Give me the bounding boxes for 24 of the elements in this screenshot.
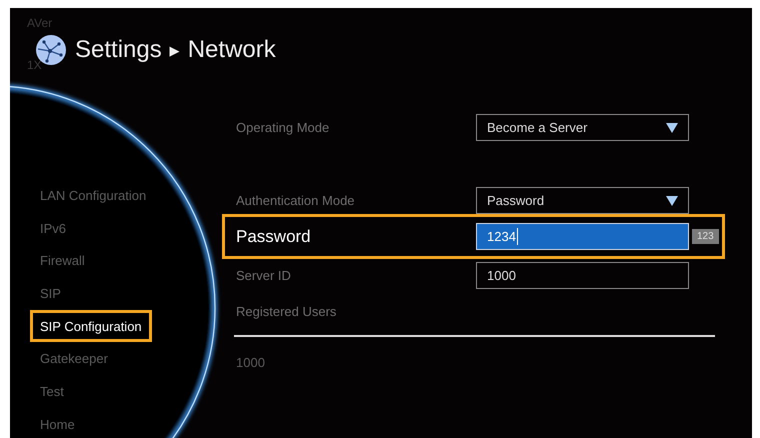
sidebar-item[interactable]: Firewall bbox=[30, 244, 95, 278]
page-subtitle: Network bbox=[188, 36, 276, 64]
sidebar-item[interactable]: Gatekeeper bbox=[30, 342, 118, 376]
dropdown[interactable]: Password bbox=[476, 187, 689, 214]
dropdown-arrow-icon bbox=[666, 196, 678, 206]
page-title: Settings bbox=[75, 36, 162, 64]
sidebar-item[interactable]: IPv6 bbox=[30, 212, 76, 244]
field-label: Password bbox=[236, 226, 312, 246]
field-label: Server ID bbox=[236, 268, 292, 283]
section-heading: Registered Users bbox=[235, 304, 338, 319]
input-mode-badge: 123 bbox=[692, 229, 719, 244]
sidebar-item[interactable]: Test bbox=[30, 375, 74, 408]
sidebar-item[interactable]: SIP bbox=[30, 277, 71, 310]
dropdown-arrow-icon bbox=[666, 122, 678, 132]
input-field[interactable]: 1234 bbox=[476, 223, 689, 250]
sidebar-item[interactable]: LAN Configuration bbox=[30, 179, 156, 212]
dropdown[interactable]: Become a Server bbox=[476, 114, 689, 141]
field-label: Authentication Mode bbox=[236, 193, 356, 208]
user-entry[interactable]: 1000 bbox=[222, 355, 752, 370]
field-label: Operating Mode bbox=[236, 120, 330, 135]
input-field[interactable]: 1000 bbox=[476, 262, 689, 289]
breadcrumb-separator: ▶ bbox=[170, 42, 180, 58]
sidebar-item[interactable]: Home bbox=[30, 408, 85, 438]
sidebar-item[interactable]: SIP Configuration bbox=[30, 310, 152, 342]
